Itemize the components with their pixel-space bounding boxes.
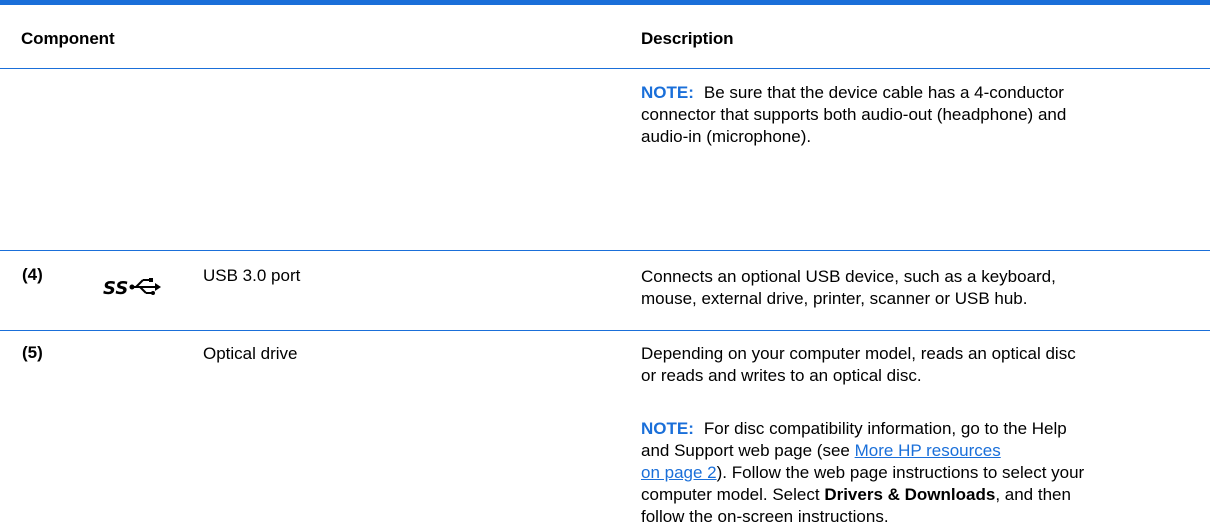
header-component: Component [21, 29, 115, 48]
note-label: NOTE: [641, 83, 694, 102]
row5-component: Optical drive [203, 344, 298, 363]
row4-number: (4) [22, 265, 43, 284]
header-divider [0, 68, 1210, 69]
drivers-downloads-text: Drivers & Downloads [824, 485, 996, 504]
page-2-link[interactable]: on page 2 [641, 463, 717, 482]
note-label: NOTE: [641, 419, 694, 438]
table-top-rule [0, 0, 1210, 5]
more-hp-resources-link[interactable]: More HP resources [855, 441, 1001, 460]
row4-component: USB 3.0 port [203, 266, 301, 285]
row5-description: Depending on your computer model, reads … [641, 344, 1076, 385]
row4-description: Connects an optional USB device, such as… [641, 267, 1056, 308]
row3-note: NOTE: Be sure that the device cable has a… [641, 83, 1067, 146]
row-divider [0, 250, 1210, 251]
row5-number: (5) [22, 343, 43, 362]
row-divider [0, 330, 1210, 331]
svg-text:SS: SS [103, 278, 128, 299]
component-table: Component Description NOTE: Be sure that … [0, 0, 1210, 526]
row5-note: NOTE: For disc compatibility information,… [641, 419, 1085, 526]
header-description: Description [641, 29, 734, 48]
usb-superspeed-icon: SS [103, 278, 161, 299]
